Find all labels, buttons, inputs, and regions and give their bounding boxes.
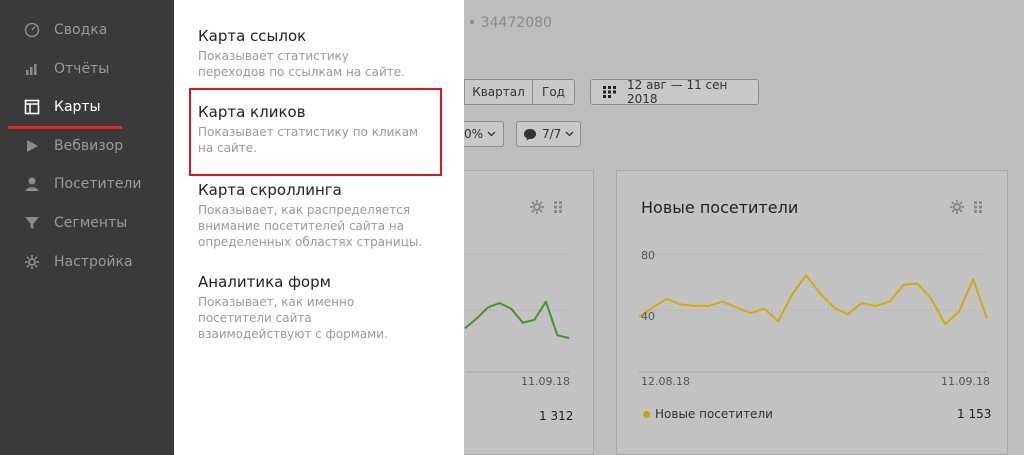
- series-line: [638, 274, 988, 326]
- sidebar-item-settings[interactable]: Настройка: [0, 249, 174, 275]
- sidebar-item-label: Сводка: [54, 22, 108, 38]
- sample-dropdown[interactable]: 0%: [458, 121, 504, 147]
- legend-marker: [643, 411, 650, 418]
- chevron-down-icon: [565, 131, 574, 137]
- sidebar-item-visitors[interactable]: Посетители: [0, 171, 174, 197]
- sidebar-item-label: Настройка: [54, 254, 133, 270]
- widget-total: 1 312: [539, 409, 574, 423]
- menu-item-title: Аналитика форм: [198, 273, 331, 291]
- bar-chart-icon: [24, 61, 40, 77]
- gear-icon: [24, 254, 40, 270]
- filter-icon: [24, 215, 40, 231]
- sidebar-item-label: Отчёты: [54, 61, 110, 77]
- menu-item-form-analytics[interactable]: Аналитика форм Показывает, как именно по…: [198, 272, 448, 342]
- x-axis-start-label: 12.08.18: [641, 375, 690, 388]
- highlight-frame: [189, 88, 442, 176]
- date-range-button[interactable]: 12 авг — 11 сен 2018: [590, 78, 759, 106]
- widget-new-visitors: Новые посетители 80 40 12.08.18 11.09.18…: [616, 170, 1008, 455]
- series-line: [464, 300, 570, 339]
- sidebar: Сводка Отчёты Карты Вебвизор Посетители …: [0, 0, 174, 455]
- menu-item-description: Показывает статистику переходов по ссылк…: [198, 49, 405, 79]
- comment-icon: [523, 128, 537, 141]
- legend-label: Новые посетители: [655, 407, 773, 421]
- sample-value: 0%: [464, 127, 484, 141]
- segments-dropdown[interactable]: 7/7: [516, 121, 581, 147]
- period-year-button[interactable]: Год: [532, 79, 575, 105]
- sidebar-item-label: Посетители: [54, 176, 142, 192]
- sidebar-item-label: Сегменты: [54, 215, 128, 231]
- user-icon: [24, 176, 40, 192]
- sidebar-item-label: Карты: [54, 99, 101, 115]
- date-range-label: 12 авг — 11 сен 2018: [627, 78, 728, 106]
- y-axis-label-40: 40: [641, 310, 655, 323]
- menu-item-title: Карта скроллинга: [198, 181, 342, 199]
- widget-total: 1 153: [957, 407, 992, 421]
- segments-value: 7/7: [542, 127, 562, 141]
- dashboard-icon: [24, 22, 40, 38]
- sidebar-item-webvisor[interactable]: Вебвизор: [0, 133, 174, 159]
- sidebar-item-label: Вебвизор: [54, 138, 124, 154]
- y-axis-label-80: 80: [641, 249, 655, 262]
- period-quarter-button[interactable]: Квартал: [464, 79, 532, 105]
- sidebar-item-reports[interactable]: Отчёты: [0, 56, 174, 82]
- map-layout-icon: [24, 99, 40, 115]
- calendar-grid-icon: [603, 86, 617, 98]
- maps-dropdown-panel: Карта ссылок Показывает статистику перех…: [174, 0, 464, 455]
- x-axis-end-label: 11.09.18: [521, 375, 570, 388]
- x-axis-end-label: 11.09.18: [941, 375, 990, 388]
- menu-item-description: Показывает, как распределяется внимание …: [198, 203, 423, 249]
- sidebar-item-maps[interactable]: Карты: [0, 94, 174, 120]
- menu-item-scroll-map[interactable]: Карта скроллинга Показывает, как распред…: [198, 180, 448, 250]
- active-tab-underline: [8, 126, 122, 129]
- period-buttons: Квартал Год: [464, 79, 575, 105]
- sidebar-item-dashboard[interactable]: Сводка: [0, 17, 174, 43]
- chevron-down-icon: [487, 131, 496, 137]
- menu-item-title: Карта ссылок: [198, 27, 307, 45]
- menu-item-description: Показывает, как именно посетители сайта …: [198, 295, 388, 341]
- sidebar-item-segments[interactable]: Сегменты: [0, 210, 174, 236]
- menu-item-link-map[interactable]: Карта ссылок Показывает статистику перех…: [198, 26, 448, 80]
- counter-id: • 34472080: [468, 15, 552, 31]
- play-icon: [24, 138, 40, 154]
